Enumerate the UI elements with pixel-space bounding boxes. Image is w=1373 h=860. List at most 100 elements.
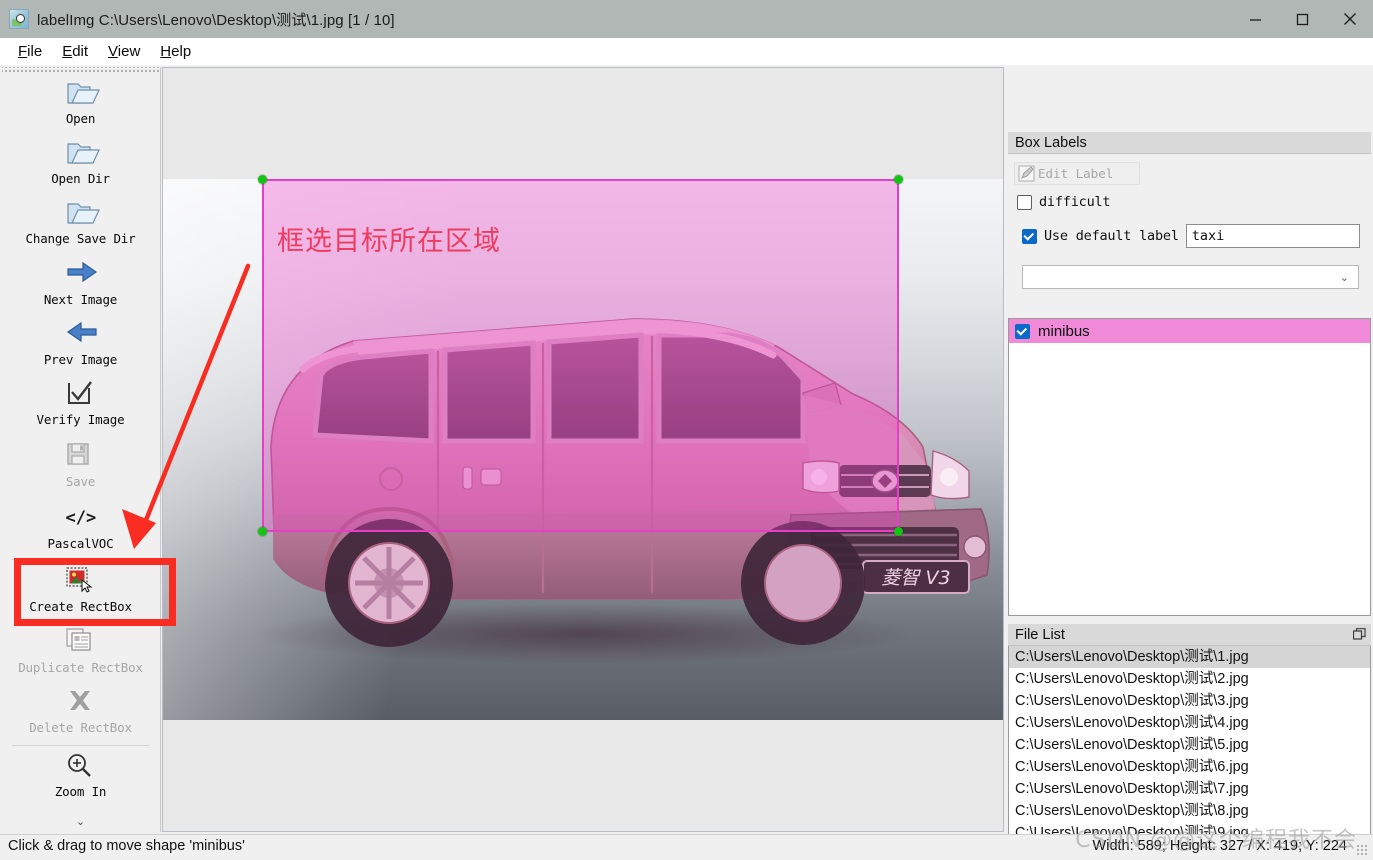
toolbar-expand-chevron[interactable]: ⌄ — [2, 815, 159, 828]
title-bar: labelImg C:\Users\Lenovo\Desktop\测试\1.jp… — [0, 0, 1373, 38]
toolbar-label-open-dir: Open Dir — [51, 171, 110, 186]
box-labels-dock: Box Labels Edit Label difficult — [1008, 132, 1371, 307]
file-list-item[interactable]: C:\Users\Lenovo\Desktop\测试\3.jpg — [1009, 690, 1370, 712]
toolbar-separator-2 — [12, 745, 149, 746]
toolbar-button-next-image[interactable]: Next Image — [2, 260, 159, 307]
toolbar-label-delete-rectbox: Delete RectBox — [29, 720, 132, 735]
menu-view[interactable]: View — [98, 41, 150, 62]
undock-icon[interactable] — [1353, 628, 1366, 641]
file-list-items[interactable]: C:\Users\Lenovo\Desktop\测试\1.jpg C:\User… — [1008, 646, 1371, 860]
label-list-item-minibus[interactable]: minibus — [1009, 319, 1370, 343]
difficult-checkbox-row[interactable]: difficult — [1017, 194, 1371, 210]
status-message: Click & drag to move shape 'minibus' — [8, 838, 245, 854]
close-button[interactable] — [1326, 0, 1373, 38]
use-default-label-checkbox[interactable] — [1022, 229, 1037, 244]
menu-help-label: H — [160, 43, 171, 60]
bbox-handle-top-left[interactable] — [258, 175, 267, 184]
bbox-handle-bottom-left[interactable] — [258, 527, 267, 536]
label-list[interactable]: minibus — [1008, 318, 1371, 616]
box-labels-title-bar: Box Labels — [1008, 132, 1371, 154]
use-default-label-text: Use default label — [1044, 228, 1179, 244]
check-square-icon — [66, 380, 96, 408]
toolbar-button-prev-image[interactable]: Prev Image — [2, 320, 159, 367]
annotated-photo: 菱智 V3 框选目 — [163, 179, 1003, 720]
toolbar-label-save: Save — [66, 474, 95, 489]
toolbar-label-change-save-dir: Change Save Dir — [26, 231, 136, 246]
chevron-down-icon: ⌄ — [1340, 271, 1349, 284]
menu-view-rest: iew — [118, 43, 141, 60]
file-list-item[interactable]: C:\Users\Lenovo\Desktop\测试\2.jpg — [1009, 668, 1370, 690]
bbox-handle-top-right[interactable] — [894, 175, 903, 184]
menu-file-label: F — [18, 43, 27, 60]
toolbar-button-open[interactable]: Open — [2, 79, 159, 126]
toolbar-label-pascalvoc: PascalVOC — [48, 536, 114, 551]
menu-edit[interactable]: Edit — [52, 41, 98, 62]
toolbar-drag-grip[interactable] — [2, 67, 159, 74]
edit-label-button[interactable]: Edit Label — [1014, 162, 1140, 185]
image-canvas[interactable]: 菱智 V3 框选目 — [162, 67, 1004, 832]
toolbar-label-next-image: Next Image — [44, 292, 117, 307]
resize-grip[interactable] — [1356, 844, 1369, 857]
menu-edit-label: E — [62, 43, 72, 60]
menu-bar: File Edit View Help — [0, 38, 1373, 65]
toolbar-button-save[interactable]: Save — [2, 442, 159, 489]
open-dir-folder-icon — [66, 139, 96, 167]
bounding-box-minibus[interactable] — [262, 179, 899, 532]
maximize-button[interactable] — [1279, 0, 1326, 38]
svg-text:菱智 V3: 菱智 V3 — [881, 567, 950, 589]
default-label-input[interactable]: taxi — [1186, 224, 1360, 248]
status-dimensions: Width: 589; Height: 327 / X: 419; Y: 224 — [1093, 838, 1347, 854]
box-labels-body: Edit Label difficult Use default label t… — [1008, 154, 1371, 289]
menu-help[interactable]: Help — [150, 41, 201, 62]
window-title: labelImg C:\Users\Lenovo\Desktop\测试\1.jp… — [37, 9, 395, 30]
label-item-checkbox[interactable] — [1015, 324, 1030, 339]
difficult-checkbox[interactable] — [1017, 195, 1032, 210]
box-labels-title: Box Labels — [1015, 135, 1087, 151]
delete-rectbox-icon — [66, 688, 96, 716]
zoom-in-icon — [66, 752, 96, 780]
use-default-label-row[interactable]: Use default label taxi — [1022, 224, 1371, 248]
menu-edit-rest: dit — [72, 43, 88, 60]
change-save-dir-icon — [66, 199, 96, 227]
annotation-highlight-box — [14, 558, 176, 626]
label-combo-box[interactable]: ⌄ — [1022, 265, 1359, 289]
toolbar-button-pascalvoc[interactable]: </> PascalVOC — [2, 504, 159, 551]
floppy-disk-icon — [66, 442, 96, 470]
status-bar: Click & drag to move shape 'minibus' Wid… — [0, 834, 1373, 860]
toolbar-button-change-save-dir[interactable]: Change Save Dir — [2, 199, 159, 246]
menu-help-rest: elp — [171, 43, 191, 60]
toolbar-button-delete-rectbox[interactable]: Delete RectBox — [2, 688, 159, 735]
menu-view-label: V — [108, 43, 118, 60]
main-area: Open Open Dir — [0, 65, 1373, 834]
file-list-item[interactable]: C:\Users\Lenovo\Desktop\测试\8.jpg — [1009, 800, 1370, 822]
toolbar-label-zoom-in: Zoom In — [55, 784, 106, 799]
file-list-item[interactable]: C:\Users\Lenovo\Desktop\测试\1.jpg — [1009, 646, 1370, 668]
file-list-title: File List — [1015, 627, 1065, 643]
file-list-item[interactable]: C:\Users\Lenovo\Desktop\测试\7.jpg — [1009, 778, 1370, 800]
arrow-left-icon — [66, 320, 96, 348]
edit-label-text: Edit Label — [1038, 166, 1113, 181]
toolbar-label-prev-image: Prev Image — [44, 352, 117, 367]
window-controls — [1232, 0, 1373, 38]
bbox-handle-bottom-right[interactable] — [894, 527, 903, 536]
open-folder-icon — [66, 79, 96, 107]
menu-file[interactable]: File — [8, 41, 52, 62]
toolbar-label-open: Open — [66, 111, 95, 126]
toolbar-button-open-dir[interactable]: Open Dir — [2, 139, 159, 186]
file-list-item[interactable]: C:\Users\Lenovo\Desktop\测试\6.jpg — [1009, 756, 1370, 778]
duplicate-rectbox-icon — [66, 628, 96, 656]
toolbar-button-verify-image[interactable]: Verify Image — [2, 380, 159, 427]
file-list-dock: File List C:\Users\Lenovo\Desktop\测试\1.j… — [1008, 624, 1371, 860]
file-list-item[interactable]: C:\Users\Lenovo\Desktop\测试\5.jpg — [1009, 734, 1370, 756]
toolbar-label-duplicate-rectbox: Duplicate RectBox — [18, 660, 143, 675]
difficult-label: difficult — [1039, 194, 1110, 210]
minimize-button[interactable] — [1232, 0, 1279, 38]
labelimg-window: labelImg C:\Users\Lenovo\Desktop\测试\1.jp… — [0, 0, 1373, 860]
code-tag-icon: </> — [66, 504, 96, 532]
toolbar-button-zoom-in[interactable]: Zoom In — [2, 752, 159, 799]
toolbar-button-duplicate-rectbox[interactable]: Duplicate RectBox — [2, 628, 159, 675]
file-list-item[interactable]: C:\Users\Lenovo\Desktop\测试\4.jpg — [1009, 712, 1370, 734]
left-toolbar: Open Open Dir — [2, 67, 161, 832]
arrow-right-icon — [66, 260, 96, 288]
toolbar-label-verify-image: Verify Image — [37, 412, 125, 427]
